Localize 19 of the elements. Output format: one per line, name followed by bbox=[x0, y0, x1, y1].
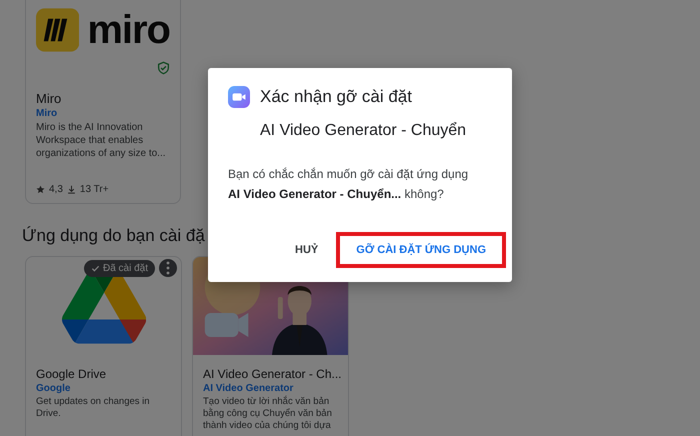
developer-link[interactable]: Google bbox=[26, 383, 181, 394]
developer-link[interactable]: Miro bbox=[36, 108, 170, 119]
developer-link[interactable]: AI Video Generator bbox=[193, 383, 348, 394]
dialog-title: Xác nhận gỡ cài đặt bbox=[260, 87, 412, 107]
download-count: 13 Tr+ bbox=[80, 184, 109, 195]
badge-label: Đã cài đặt bbox=[102, 263, 148, 274]
app-name: AI Video Generator - Ch... bbox=[202, 367, 343, 381]
section-title: Ứng dụng do bạn cài đặ bbox=[22, 226, 205, 247]
app-name: Google Drive bbox=[35, 367, 108, 381]
app-description: Tạo video từ lời nhắc văn bản bằng công cụ Chuyển văn bản thành video của chúng tôi dựa bbox=[202, 396, 333, 432]
dialog-message: Bạn có chắc chắn muốn gỡ cài đặt ứng dụng AI Video Generator - Chuyển... không? bbox=[228, 166, 470, 203]
app-card[interactable]: Đã cài đặt Google Drive Google Get updates on changes in Drive. bbox=[25, 256, 182, 436]
app-description: Get updates on changes in Drive. bbox=[35, 396, 151, 420]
app-description: Miro is the AI Innovation Workspace that enables organizations of any size to... bbox=[36, 121, 167, 160]
logo-wordmark: miro bbox=[87, 8, 170, 52]
app-name: AI Video Generator - Chuyển bbox=[260, 122, 466, 139]
rating: 4,3 bbox=[49, 184, 63, 195]
app-name: Miro bbox=[36, 91, 62, 106]
app-card[interactable]: miro Miro Miro Miro is the AI Innovation Workspace that enables organizations of any size to... 4,3 13 Tr+ bbox=[25, 0, 181, 204]
